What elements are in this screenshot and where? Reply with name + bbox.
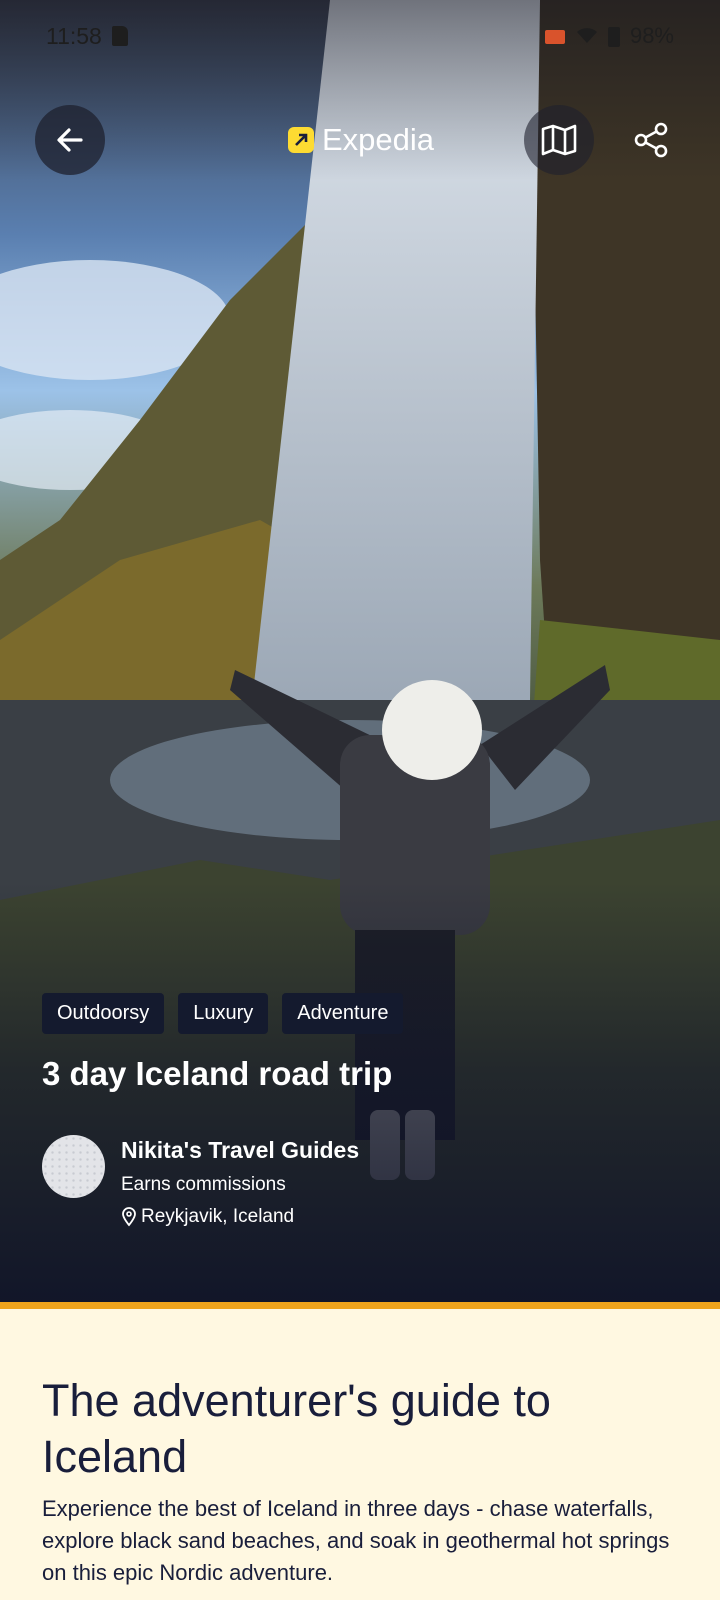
accent-band: [0, 1302, 720, 1309]
cast-icon: [544, 30, 565, 44]
map-button[interactable]: [524, 105, 594, 175]
location-text: Reykjavik, Iceland: [141, 1206, 295, 1227]
guide-title: The adventurer's guide to Iceland: [42, 1375, 551, 1482]
battery-level: 98%: [629, 23, 674, 48]
back-button[interactable]: [35, 105, 105, 175]
author-location: Reykjavik, Iceland: [121, 1206, 359, 1228]
sim-icon: [111, 26, 128, 46]
guide-section: The adventurer's guide to Iceland Experi…: [0, 1309, 720, 1600]
tag-luxury: Luxury: [178, 993, 269, 1034]
back-arrow-icon: [57, 128, 83, 152]
hero-image: [0, 0, 720, 1302]
status-time: 11:58: [46, 22, 102, 49]
avatar[interactable]: [42, 1135, 105, 1198]
tag-adventure: Adventure: [282, 993, 404, 1034]
battery-icon: [607, 27, 620, 47]
share-icon: [634, 122, 668, 158]
location-pin-icon: [122, 1207, 136, 1227]
status-bar: 11:58 98%: [46, 18, 674, 54]
author-card[interactable]: Nikita's Travel Guides Earns commissions…: [42, 1135, 359, 1228]
tag-outdoorsy: Outdoorsy: [42, 993, 165, 1034]
author-note: Earns commissions: [121, 1174, 286, 1195]
guide-description: Experience the best of Iceland in three …: [42, 1496, 670, 1585]
expedia-logo: Expedia: [288, 122, 434, 158]
author-name[interactable]: Nikita's Travel Guides: [121, 1137, 359, 1164]
logo-text: Expedia: [322, 122, 435, 157]
map-icon: [541, 124, 577, 156]
expedia-logo-icon: [288, 127, 314, 153]
share-button[interactable]: [616, 105, 686, 175]
trip-title: 3 day Iceland road trip: [42, 1055, 393, 1092]
wifi-icon: [576, 28, 597, 43]
trip-tags: Outdoorsy Luxury Adventure: [42, 993, 404, 1034]
